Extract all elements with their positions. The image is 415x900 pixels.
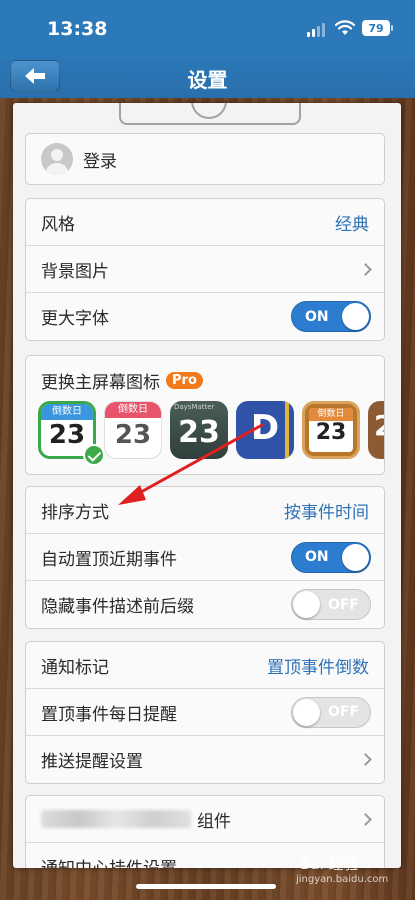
sorting-group: 排序方式 按事件时间 自动置顶近期事件 ON 隐藏事件描述前后缀 OFF — [25, 486, 385, 629]
auto-top-label: 自动置顶近期事件 — [41, 549, 177, 570]
sort-label: 排序方式 — [41, 502, 109, 523]
home-indicator[interactable] — [136, 884, 276, 889]
widget-row[interactable]: 组件 — [26, 796, 384, 843]
icon-number: 23 — [48, 420, 86, 450]
home-icon-label: 更换主屏幕图标 — [41, 373, 160, 393]
daily-reminder-toggle-text: OFF — [327, 704, 359, 720]
notify-group: 通知标记 置顶事件倒数 置顶事件每日提醒 OFF 推送提醒设置 — [25, 641, 385, 784]
auto-top-toggle-text: ON — [305, 549, 329, 565]
app-icon-option-6[interactable]: 2 — [368, 401, 384, 459]
selected-check-icon — [83, 444, 105, 466]
background-row[interactable]: 背景图片 — [26, 246, 384, 293]
push-settings-label: 推送提醒设置 — [41, 752, 143, 772]
style-value: 经典 — [335, 214, 369, 235]
auto-top-row: 自动置顶近期事件 ON — [26, 534, 384, 581]
font-toggle-text: ON — [305, 308, 329, 325]
font-row: 更大字体 ON — [26, 293, 384, 340]
app-icon-option-4[interactable]: D — [236, 401, 294, 459]
icon-inner: 倒数日 23 — [309, 408, 353, 452]
status-time: 13:38 — [47, 18, 108, 40]
watermark-text: Bai 经验 — [300, 855, 359, 873]
login-label: 登录 — [83, 151, 117, 172]
chevron-right-icon — [359, 262, 372, 276]
app-icon-option-3[interactable]: DaysMatter 23 — [170, 401, 228, 459]
nav-bar: 设置 — [0, 58, 415, 98]
appearance-group: 风格 经典 背景图片 更大字体 ON — [25, 198, 385, 341]
hide-affix-toggle-text: OFF — [327, 596, 359, 613]
daily-reminder-row: 置顶事件每日提醒 OFF — [26, 689, 384, 736]
font-label: 更大字体 — [41, 309, 109, 329]
font-toggle[interactable]: ON — [291, 301, 371, 332]
icon-band: 倒数日 — [41, 404, 93, 420]
blurred-text — [41, 810, 191, 828]
toggle-knob — [293, 591, 320, 618]
status-bar: 13:38 79 — [0, 0, 415, 58]
account-group: 登录 — [25, 133, 385, 185]
sort-row[interactable]: 排序方式 按事件时间 — [26, 487, 384, 534]
app-icon-option-2[interactable]: 倒数日 23 — [104, 401, 162, 459]
style-row[interactable]: 风格 经典 — [26, 199, 384, 246]
hide-affix-label: 隐藏事件描述前后缀 — [41, 597, 194, 617]
notify-center-label: 通知中心挂件设置 — [41, 854, 177, 868]
toggle-knob — [342, 543, 369, 571]
daily-reminder-toggle[interactable]: OFF — [291, 696, 371, 728]
auto-top-toggle[interactable]: ON — [291, 541, 371, 573]
battery-level: 79 — [368, 21, 384, 35]
watermark-url: jingyan.baidu.com — [296, 874, 389, 885]
page-title: 设置 — [187, 68, 228, 92]
background-label: 背景图片 — [41, 261, 109, 282]
toggle-knob — [293, 698, 320, 726]
pro-badge: Pro — [166, 372, 203, 389]
badge-value: 置顶事件倒数 — [267, 657, 369, 678]
push-settings-row[interactable]: 推送提醒设置 — [26, 736, 384, 783]
home-icon-title: 更换主屏幕图标 Pro — [41, 368, 203, 393]
badge-row[interactable]: 通知标记 置顶事件倒数 — [26, 642, 384, 689]
login-row[interactable]: 登录 — [26, 134, 384, 184]
icon-number: 23 — [178, 415, 220, 450]
app-icon-option-5[interactable]: 倒数日 23 — [302, 401, 360, 459]
avatar — [41, 143, 73, 175]
icon-number: 2 — [374, 409, 384, 442]
daily-reminder-label: 置顶事件每日提醒 — [41, 704, 177, 725]
icon-number: 23 — [315, 420, 347, 445]
badge-label: 通知标记 — [41, 657, 109, 678]
icon-number: 23 — [114, 420, 152, 450]
signal-icon — [307, 23, 325, 37]
toggle-knob — [342, 303, 369, 330]
sort-value: 按事件时间 — [284, 502, 369, 523]
icon-number: D — [250, 408, 280, 448]
home-icon-group: 更换主屏幕图标 Pro 倒数日 23 倒数日 23 DaysMatter 23 … — [25, 355, 385, 475]
icon-band: 倒数日 — [105, 402, 161, 418]
chevron-right-icon — [359, 812, 372, 826]
wifi-icon — [335, 20, 355, 35]
chevron-right-icon — [359, 753, 372, 766]
style-label: 风格 — [41, 214, 75, 235]
widget-label: 组件 — [197, 811, 231, 832]
icon-brand: DaysMatter — [174, 403, 215, 411]
battery-icon: 79 — [362, 20, 393, 36]
hide-affix-toggle[interactable]: OFF — [291, 589, 371, 620]
settings-panel: 登录 风格 经典 背景图片 更大字体 ON 更换主屏幕图标 Pro 倒数日 23… — [13, 103, 401, 868]
hide-affix-row: 隐藏事件描述前后缀 OFF — [26, 581, 384, 628]
